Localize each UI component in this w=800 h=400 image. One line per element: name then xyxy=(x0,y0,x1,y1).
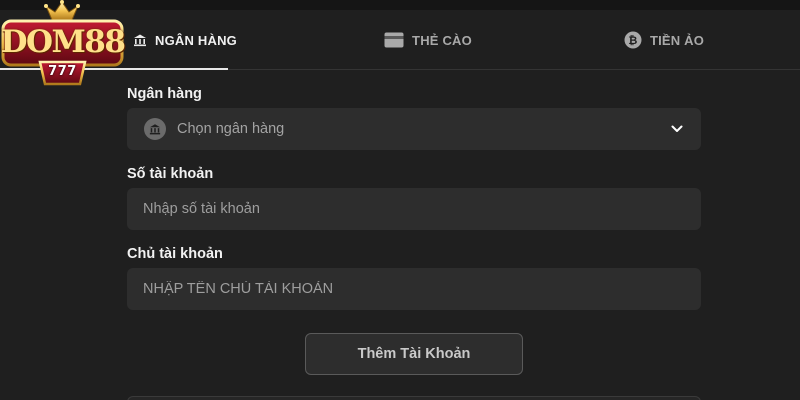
bank-select-value: Chọn ngân hàng xyxy=(177,121,285,137)
account-holder-field-wrapper xyxy=(127,268,701,310)
tab-scratch-card-label: THẺ CÀO xyxy=(412,32,472,48)
chevron-down-icon xyxy=(670,122,684,141)
tab-crypto[interactable]: ₿ TIỀN ẢO xyxy=(616,10,712,70)
logo-wordmark: DOM88 xyxy=(0,24,126,60)
add-account-button[interactable]: Thêm Tài Khoản xyxy=(305,333,523,375)
account-holder-label: Chủ tài khoản xyxy=(127,246,223,262)
bank-select[interactable]: Chọn ngân hàng xyxy=(127,108,701,150)
next-section-edge xyxy=(127,396,701,400)
account-holder-input[interactable] xyxy=(127,268,701,310)
tab-bank-label: NGÂN HÀNG xyxy=(155,32,237,48)
bitcoin-icon: ₿ xyxy=(624,31,642,49)
svg-text:₿: ₿ xyxy=(628,34,637,47)
dom88-logo[interactable]: DOM88 777 xyxy=(0,0,126,92)
account-number-field-wrapper xyxy=(127,188,701,230)
tab-scratch-card[interactable]: THẺ CÀO xyxy=(378,10,478,70)
account-number-label: Số tài khoản xyxy=(127,166,214,182)
tab-crypto-label: TIỀN ẢO xyxy=(649,32,705,48)
bank-select-icon xyxy=(144,118,166,140)
bank-label: Ngân hàng xyxy=(127,86,202,102)
card-icon xyxy=(384,32,404,48)
logo-777-badge: 777 xyxy=(48,64,77,79)
tab-bank[interactable]: NGÂN HÀNG xyxy=(130,10,240,70)
bank-icon xyxy=(133,33,147,47)
account-number-input[interactable] xyxy=(127,188,701,230)
